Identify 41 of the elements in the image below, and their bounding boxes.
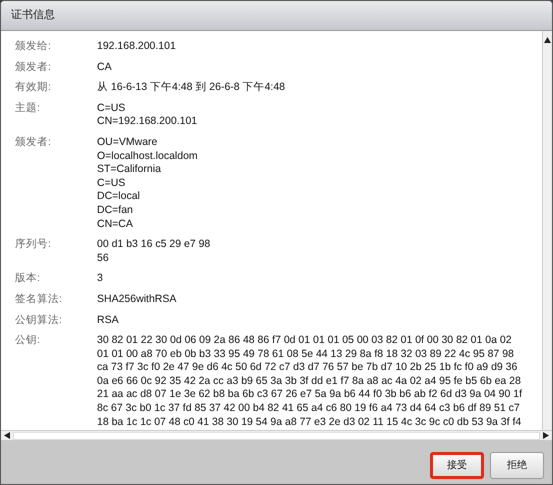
field-value: 56 <box>97 252 110 266</box>
scroll-right-icon[interactable] <box>543 432 549 439</box>
field-value: CA <box>97 60 112 74</box>
field-value: 0a e6 66 0c 92 35 42 2a cc a3 b9 65 3a 3b 3f dd e1 f7 8a a8 ac 4a 02 a4 95 fe b5 6b ea 28 <box>97 374 522 388</box>
field-value: CN=CA <box>97 218 134 232</box>
window-title: 证书信息 <box>1 1 552 31</box>
field-label: 颁发者: <box>15 60 52 74</box>
field-value: ST=California <box>97 163 162 177</box>
field-value: RSA <box>97 314 119 328</box>
field-value: 21 aa ac d8 07 1e 3e 62 b8 ba 6b c3 67 26 e7 5a 9a b6 44 f0 3b b6 ab f2 6d d3 9a 04 90 1f <box>97 388 522 402</box>
field-label: 签名算法: <box>15 292 63 306</box>
field-value: 01 01 00 a8 70 eb 0b b3 33 95 49 78 61 08 5e 44 13 29 8a f8 18 32 03 89 22 4c 95 87 98 <box>97 348 515 362</box>
field-value: 30 82 01 22 30 0d 06 09 2a 86 48 86 f7 0d 01 01 01 05 00 03 82 01 0f 00 30 82 01 0a 02 <box>97 334 513 348</box>
field-label: 序列号: <box>15 238 52 252</box>
field-value: DC=fan <box>97 204 134 218</box>
field-value: C=US <box>97 102 126 116</box>
field-value: 从 16-6-13 下午4:48 到 26-6-8 下午4:48 <box>97 81 286 95</box>
field-value: 18 ba 1c 1c 07 48 c0 41 38 30 19 54 9a a8 77 e3 2e d3 02 11 15 4c 3c 9c c0 db 53 9a 3f f4 <box>97 416 522 430</box>
accept-button[interactable]: 接受 <box>430 452 484 478</box>
field-value: DC=local <box>97 190 141 204</box>
field-label: 颁发者: <box>15 136 52 150</box>
field-label: 主题: <box>15 102 41 116</box>
field-value: 192.168.200.101 <box>97 40 176 54</box>
field-label: 版本: <box>15 272 41 286</box>
field-value: CN=192.168.200.101 <box>97 115 198 129</box>
field-label: 有效期: <box>15 81 52 95</box>
field-label: 公钥算法: <box>15 314 63 328</box>
reject-button[interactable]: 拒绝 <box>490 452 544 478</box>
field-value: 8c 67 3c b0 1c 37 fd 85 37 42 00 b4 82 41 65 a4 c6 80 19 f6 a4 73 d4 64 c3 b6 df 89 51 c7 <box>97 402 521 416</box>
field-value: 00 d1 b3 16 c5 29 e7 98 <box>97 238 210 252</box>
field-value: ca 73 f7 3c f0 2e 47 9e d6 4c 50 6d 72 c7 d3 d7 76 57 be 7b d7 10 2b 25 1b fc f0 a9 d9 36 <box>97 361 518 375</box>
field-value: SHA256withRSA <box>97 292 176 306</box>
field-value: O=localhost.localdom <box>97 150 198 164</box>
field-label: 颁发给: <box>15 40 52 54</box>
field-label: 公钥: <box>15 334 41 348</box>
horizontal-scrollbar[interactable] <box>1 430 552 440</box>
field-value: OU=VMware <box>97 136 158 150</box>
scroll-up-icon[interactable] <box>544 37 551 43</box>
scroll-left-icon[interactable] <box>4 432 10 439</box>
field-value: C=US <box>97 176 126 190</box>
field-value: 3 <box>97 272 103 286</box>
